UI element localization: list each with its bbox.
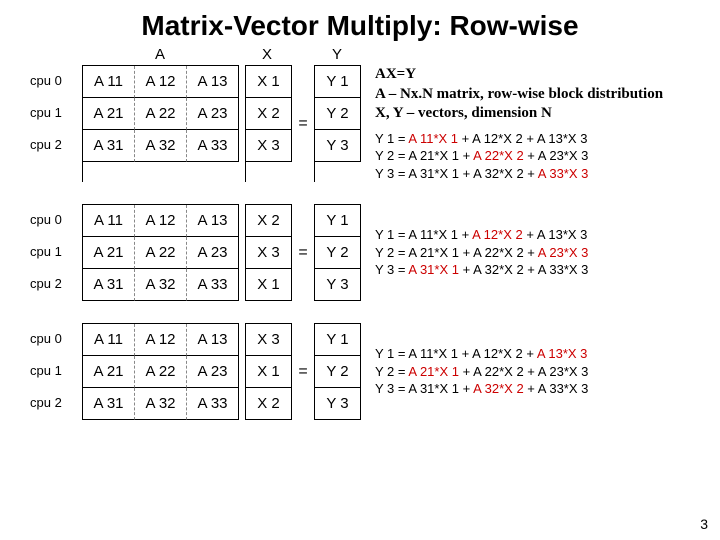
slide-title: Matrix-Vector Multiply: Row-wise bbox=[0, 0, 720, 46]
vector-x: X 3 X 1 X 2 bbox=[245, 323, 292, 420]
a-cell: A 11 bbox=[83, 205, 135, 237]
a-cell: A 23 bbox=[187, 237, 239, 269]
matrix-a: A 11A 12A 13 A 21A 22A 23 A 31A 32A 33 bbox=[82, 204, 239, 301]
a-cell: A 32 bbox=[135, 388, 187, 420]
y-cell: Y 2 bbox=[315, 98, 361, 130]
a-cell: A 32 bbox=[135, 269, 187, 301]
block-row-2: cpu 0 cpu 1 cpu 2 A 11A 12A 13 A 21A 22A… bbox=[30, 204, 700, 301]
x-cell: X 3 bbox=[246, 130, 292, 162]
slide-content: A X Y cpu 0 cpu 1 cpu 2 A 11 A 12 A 13 A… bbox=[0, 46, 720, 420]
a-cell: A 22 bbox=[135, 356, 187, 388]
equals-sign: = bbox=[294, 204, 312, 301]
cpu-label: cpu 2 bbox=[30, 387, 82, 419]
a-cell: A 11 bbox=[83, 324, 135, 356]
eq-line: Y 2 = A 21*X 1 + A 22*X 2 + A 23*X 3 bbox=[375, 363, 588, 381]
x-cell: X 1 bbox=[246, 66, 292, 98]
a-cell: A 21 bbox=[83, 98, 135, 130]
a-cell: A 33 bbox=[187, 388, 239, 420]
vector-x: X 2 X 3 X 1 bbox=[245, 204, 292, 301]
desc-line: AX=Y bbox=[375, 65, 663, 85]
y-cell: Y 3 bbox=[315, 388, 361, 420]
cpu-label: cpu 0 bbox=[30, 65, 82, 97]
cpu-label: cpu 1 bbox=[30, 97, 82, 129]
a-cell: A 22 bbox=[135, 98, 187, 130]
a-cell: A 11 bbox=[83, 66, 135, 98]
matrix-a: A 11 A 12 A 13 A 21 A 22 A 23 A 31 A 32 … bbox=[82, 65, 239, 182]
a-cell: A 12 bbox=[135, 205, 187, 237]
y-cell: Y 2 bbox=[315, 356, 361, 388]
cpu-label: cpu 1 bbox=[30, 236, 82, 268]
block-row-3: cpu 0 cpu 1 cpu 2 A 11A 12A 13 A 21A 22A… bbox=[30, 323, 700, 420]
a-cell: A 13 bbox=[187, 66, 239, 98]
header-a: A bbox=[82, 46, 238, 63]
cpu-label: cpu 0 bbox=[30, 323, 82, 355]
cpu-labels: cpu 0 cpu 1 cpu 2 bbox=[30, 204, 82, 301]
a-cell: A 31 bbox=[83, 269, 135, 301]
vector-y: Y 1 Y 2 Y 3 bbox=[314, 65, 361, 182]
a-cell: A 12 bbox=[135, 324, 187, 356]
block-row-1: cpu 0 cpu 1 cpu 2 A 11 A 12 A 13 A 21 A … bbox=[30, 65, 700, 182]
equals-sign: = bbox=[294, 65, 312, 182]
slide-number: 3 bbox=[700, 516, 708, 532]
a-cell: A 21 bbox=[83, 356, 135, 388]
eq-line: Y 3 = A 31*X 1 + A 32*X 2 + A 33*X 3 bbox=[375, 261, 588, 279]
x-cell: X 2 bbox=[246, 98, 292, 130]
a-cell: A 33 bbox=[187, 130, 239, 162]
a-cell: A 31 bbox=[83, 130, 135, 162]
side-text-2: Y 1 = A 11*X 1 + A 12*X 2 + A 13*X 3 Y 2… bbox=[375, 204, 588, 301]
y-cell: Y 1 bbox=[315, 66, 361, 98]
x-cell: X 3 bbox=[246, 237, 292, 269]
a-cell: A 12 bbox=[135, 66, 187, 98]
y-cell: Y 1 bbox=[315, 324, 361, 356]
vector-y: Y 1 Y 2 Y 3 bbox=[314, 204, 361, 301]
eq-line: Y 2 = A 21*X 1 + A 22*X 2 + A 23*X 3 bbox=[375, 147, 663, 165]
eq-line: Y 3 = A 31*X 1 + A 32*X 2 + A 33*X 3 bbox=[375, 380, 588, 398]
side-text-3: Y 1 = A 11*X 1 + A 12*X 2 + A 13*X 3 Y 2… bbox=[375, 323, 588, 420]
y-cell: Y 3 bbox=[315, 130, 361, 162]
a-cell: A 32 bbox=[135, 130, 187, 162]
vector-x: X 1 X 2 X 3 bbox=[245, 65, 292, 182]
y-cell: Y 1 bbox=[315, 205, 361, 237]
a-cell: A 21 bbox=[83, 237, 135, 269]
a-cell: A 13 bbox=[187, 205, 239, 237]
a-cell: A 13 bbox=[187, 324, 239, 356]
eq-line: Y 1 = A 11*X 1 + A 12*X 2 + A 13*X 3 bbox=[375, 130, 663, 148]
cpu-label: cpu 2 bbox=[30, 129, 82, 161]
x-cell: X 3 bbox=[246, 324, 292, 356]
a-cell: A 22 bbox=[135, 237, 187, 269]
header-y: Y bbox=[314, 46, 360, 63]
desc-line: X, Y – vectors, dimension N bbox=[375, 104, 663, 124]
cpu-label: cpu 0 bbox=[30, 204, 82, 236]
matrix-a: A 11A 12A 13 A 21A 22A 23 A 31A 32A 33 bbox=[82, 323, 239, 420]
cpu-labels: cpu 0 cpu 1 cpu 2 bbox=[30, 65, 82, 182]
a-cell: A 33 bbox=[187, 269, 239, 301]
cpu-label: cpu 2 bbox=[30, 268, 82, 300]
vector-y: Y 1 Y 2 Y 3 bbox=[314, 323, 361, 420]
x-cell: X 2 bbox=[246, 205, 292, 237]
x-cell: X 2 bbox=[246, 388, 292, 420]
side-text-1: AX=Y A – Nx.N matrix, row-wise block dis… bbox=[375, 65, 663, 182]
eq-line: Y 1 = A 11*X 1 + A 12*X 2 + A 13*X 3 bbox=[375, 226, 588, 244]
eq-line: Y 2 = A 21*X 1 + A 22*X 2 + A 23*X 3 bbox=[375, 244, 588, 262]
header-x: X bbox=[244, 46, 290, 63]
y-cell: Y 3 bbox=[315, 269, 361, 301]
a-cell: A 23 bbox=[187, 356, 239, 388]
a-cell: A 23 bbox=[187, 98, 239, 130]
equals-sign: = bbox=[294, 323, 312, 420]
eq-line: Y 1 = A 11*X 1 + A 12*X 2 + A 13*X 3 bbox=[375, 345, 588, 363]
y-cell: Y 2 bbox=[315, 237, 361, 269]
a-cell: A 31 bbox=[83, 388, 135, 420]
x-cell: X 1 bbox=[246, 356, 292, 388]
desc-line: A – Nx.N matrix, row-wise block distribu… bbox=[375, 85, 663, 105]
eq-line: Y 3 = A 31*X 1 + A 32*X 2 + A 33*X 3 bbox=[375, 165, 663, 183]
cpu-labels: cpu 0 cpu 1 cpu 2 bbox=[30, 323, 82, 420]
column-headers: A X Y bbox=[30, 46, 700, 63]
cpu-label: cpu 1 bbox=[30, 355, 82, 387]
x-cell: X 1 bbox=[246, 269, 292, 301]
